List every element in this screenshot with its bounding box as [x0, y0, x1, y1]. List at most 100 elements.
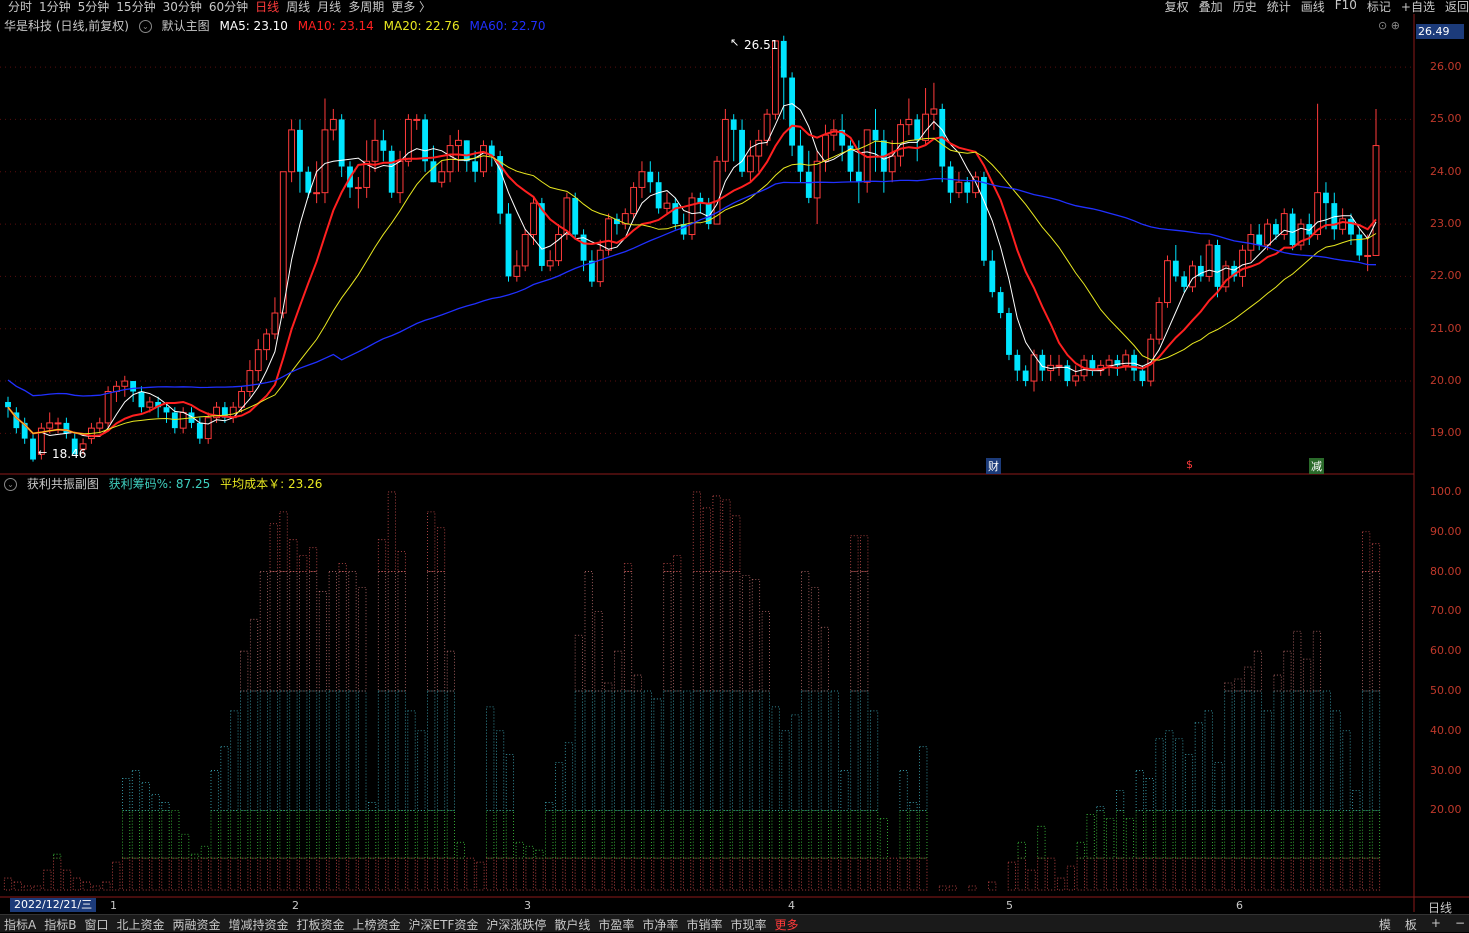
chip-bar-segment: [535, 849, 544, 859]
chip-bar-segment: [1116, 857, 1125, 891]
chip-bar-segment: [23, 885, 32, 891]
chip-bar: [1362, 531, 1371, 891]
candle: [505, 213, 512, 277]
pct-tick: 90.00: [1430, 524, 1462, 538]
chip-bar: [318, 591, 328, 891]
chip-bar-segment: [289, 809, 298, 859]
chip-bar-segment: [387, 690, 396, 811]
bottom-tab[interactable]: 更多: [774, 916, 798, 933]
chip-bar-segment: [702, 857, 711, 891]
bottom-tab[interactable]: 市现率: [730, 916, 766, 933]
chip-bar-segment: [33, 885, 42, 891]
bottom-tab[interactable]: 市净率: [642, 916, 678, 933]
chip-bar: [122, 778, 131, 891]
chip-bar: [899, 770, 908, 891]
chip-bar: [840, 770, 849, 891]
chip-bar-segment: [210, 857, 219, 891]
chip-bar-segment: [1096, 806, 1105, 811]
candle: [897, 124, 904, 157]
bottom-control[interactable]: −: [1455, 916, 1465, 933]
bottom-tab[interactable]: 两融资金: [172, 916, 220, 933]
candle: [1014, 354, 1021, 371]
chip-bar-segment: [1322, 857, 1331, 891]
month-label: 6: [1236, 899, 1243, 912]
bottom-tab[interactable]: 增减持资金: [229, 916, 289, 933]
chip-bar-segment: [171, 809, 180, 859]
chip-bar-segment: [850, 857, 859, 891]
candle: [422, 119, 428, 162]
chip-bar: [397, 551, 406, 891]
bottom-control[interactable]: 模: [1379, 916, 1391, 933]
candle: [797, 145, 804, 172]
chip-bar-segment: [456, 841, 465, 859]
chip-bar-segment: [279, 857, 288, 891]
chip-bar-segment: [1243, 666, 1253, 692]
chip-bar: [407, 710, 416, 891]
chip-bar-segment: [377, 690, 387, 811]
bottom-tab[interactable]: 沪深ETF资金: [409, 916, 479, 933]
chip-bar: [535, 849, 544, 891]
chip-bar-segment: [220, 746, 229, 811]
chip-bar-segment: [919, 857, 928, 891]
chip-bar: [1263, 710, 1272, 891]
candle: [463, 140, 470, 162]
candle: [721, 118, 729, 162]
chip-bar-segment: [161, 857, 170, 891]
pct-tick: 20.00: [1430, 803, 1462, 817]
bottom-tab[interactable]: 散户线: [554, 916, 590, 933]
chip-bar-segment: [584, 571, 593, 692]
bottom-tab[interactable]: 打板资金: [297, 916, 345, 933]
chip-bar-segment: [240, 690, 249, 811]
price-tick: 26.00: [1430, 60, 1462, 74]
chip-bar-segment: [682, 857, 692, 891]
chip-bar: [673, 555, 682, 891]
bottom-tab[interactable]: 指标B: [44, 916, 76, 933]
candle: [1072, 375, 1080, 382]
chip-bar-segment: [190, 857, 200, 891]
bottom-control[interactable]: +: [1431, 916, 1441, 933]
chip-bar-segment: [1194, 857, 1203, 891]
bottom-tab[interactable]: 北上资金: [116, 916, 164, 933]
event-marker-finance[interactable]: 财: [986, 458, 1001, 474]
chip-bar: [1155, 738, 1164, 891]
chip-bar-segment: [1312, 630, 1322, 692]
chip-bar-segment: [1047, 857, 1056, 891]
chip-bar: [72, 877, 81, 891]
chip-bar: [200, 845, 209, 891]
chip-bar-segment: [614, 650, 623, 692]
chip-bar-segment: [53, 857, 62, 891]
chip-bar-segment: [505, 809, 515, 859]
event-marker-dividend[interactable]: $: [1184, 458, 1195, 471]
chip-bar-segment: [948, 885, 957, 891]
chip-bar: [938, 885, 948, 891]
chip-bar-segment: [417, 857, 426, 891]
chip-bar-segment: [1184, 857, 1194, 891]
chip-bar-segment: [781, 730, 790, 811]
chip-bar-segment: [377, 857, 387, 891]
bottom-tab[interactable]: 窗口: [84, 916, 108, 933]
chip-bar-segment: [732, 571, 741, 692]
candle: [204, 417, 212, 440]
chip-bar-segment: [692, 491, 702, 572]
chip-bar: [751, 579, 761, 891]
chip-bar-segment: [614, 690, 623, 811]
bottom-tab[interactable]: 沪深涨跌停: [486, 916, 546, 933]
stock-chart[interactable]: [0, 0, 1469, 931]
bottom-tab[interactable]: 指标A: [4, 916, 36, 933]
chip-bar-segment: [722, 857, 731, 891]
bottom-tab[interactable]: 上榜资金: [353, 916, 401, 933]
candle: [396, 160, 404, 194]
chip-bar-segment: [1214, 809, 1223, 859]
chip-bar-segment: [751, 579, 761, 692]
bottom-tab[interactable]: 市销率: [686, 916, 722, 933]
chip-bar-segment: [909, 802, 918, 811]
chip-bar-segment: [377, 539, 387, 572]
chip-bar: [161, 802, 170, 891]
candle: [263, 333, 271, 351]
bottom-control[interactable]: 板: [1405, 916, 1417, 933]
bottom-tab[interactable]: 市盈率: [598, 916, 634, 933]
chip-bar-segment: [810, 587, 820, 692]
event-marker-reduce[interactable]: 减: [1309, 458, 1324, 474]
candle: [572, 197, 579, 235]
candle: [1348, 218, 1354, 235]
